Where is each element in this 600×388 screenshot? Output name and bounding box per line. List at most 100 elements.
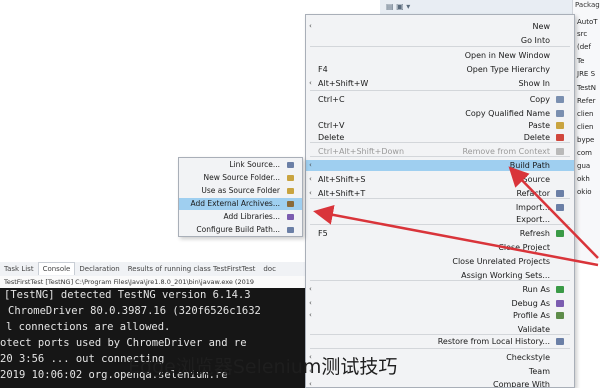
submenu-label: Use as Source Folder	[201, 186, 280, 195]
menu-shortcut: F4	[318, 65, 328, 74]
context-menu: ‹ New Go Into Open in New Window F4 Open Type…	[305, 14, 575, 388]
menu-label: Assign Working Sets...	[461, 271, 550, 280]
menu-item-restore-from-local-history[interactable]: Restore from Local History...	[306, 336, 574, 347]
build-path-submenu: Link Source... New Source Folder... Use as…	[178, 157, 303, 237]
menu-item-export[interactable]: Export...	[306, 214, 574, 225]
menu-shortcut: Alt+Shift+S	[318, 175, 366, 184]
submenu-item-link-source[interactable]: Link Source...	[179, 159, 302, 171]
menu-item-icon	[556, 190, 564, 197]
menu-item-icon	[556, 230, 564, 237]
menu-item-import[interactable]: Import...	[306, 202, 574, 213]
submenu-chevron-icon: ‹	[309, 189, 312, 197]
menu-item-validate[interactable]: Validate	[306, 324, 574, 335]
menu-item-remove-from-context[interactable]: Ctrl+Alt+Shift+Down Remove from Context	[306, 146, 574, 157]
menu-item-open-type-hierarchy[interactable]: F4 Open Type Hierarchy	[306, 64, 574, 75]
package-tree-item[interactable]: JRE S	[577, 70, 595, 78]
submenu-item-icon	[287, 188, 294, 194]
menu-item-profile-as[interactable]: ‹ Profile As	[306, 310, 574, 321]
menu-item-icon	[556, 122, 564, 129]
menu-item-icon	[556, 300, 564, 307]
menu-label: Restore from Local History...	[437, 337, 550, 346]
menu-label: Team	[528, 367, 550, 376]
menu-shortcut: Ctrl+Alt+Shift+Down	[318, 147, 405, 156]
submenu-label: Add Libraries...	[223, 212, 280, 221]
menu-item-icon	[556, 134, 564, 141]
package-tree-item[interactable]: bype	[577, 136, 594, 144]
menu-item-delete[interactable]: Delete Delete	[306, 132, 574, 143]
menu-label: Import...	[515, 203, 550, 212]
menu-shortcut: Delete	[318, 133, 345, 142]
menu-item-paste[interactable]: Ctrl+V Paste	[306, 120, 574, 131]
package-tree-item[interactable]: AutoT	[577, 18, 598, 26]
submenu-label: Link Source...	[229, 160, 280, 169]
tab-console[interactable]: Console	[37, 262, 76, 275]
submenu-chevron-icon: ‹	[309, 380, 312, 388]
menu-item-icon	[556, 312, 564, 319]
package-tree-item[interactable]: TestN	[577, 84, 596, 92]
tab-task-list[interactable]: Task List	[0, 263, 38, 275]
package-tree-item[interactable]: src	[577, 30, 587, 38]
submenu-item-new-source-folder[interactable]: New Source Folder...	[179, 172, 302, 184]
menu-label: Profile As	[512, 311, 550, 320]
console-tab-bar: Task List Console Declaration Results of ru…	[0, 262, 305, 277]
menu-shortcut: Ctrl+C	[318, 95, 345, 104]
menu-label: Build Path	[509, 161, 550, 170]
menu-item-build-path[interactable]: ‹ Build Path	[306, 160, 574, 171]
menu-item-copy-qualified-name[interactable]: Copy Qualified Name	[306, 108, 574, 119]
console-header: TestFirstTest [TestNG] C:\Program Files\…	[0, 276, 305, 288]
menu-item-run-as[interactable]: ‹ Run As	[306, 284, 574, 295]
submenu-item-configure-build-path[interactable]: Configure Build Path...	[179, 224, 302, 236]
console-line: [TestNG] detected TestNG version 6.14.3	[4, 289, 251, 301]
package-tree-item[interactable]: Refer	[577, 97, 596, 105]
package-tree-item[interactable]: okio	[577, 188, 592, 196]
menu-item-go-into[interactable]: Go Into	[306, 35, 574, 46]
menu-item-show-in[interactable]: ‹ Alt+Shift+W Show In	[306, 78, 574, 89]
submenu-chevron-icon: ‹	[309, 175, 312, 183]
menu-item-assign-working-sets[interactable]: Assign Working Sets...	[306, 270, 574, 281]
submenu-item-add-libraries[interactable]: Add Libraries...	[179, 211, 302, 223]
menu-item-refactor[interactable]: ‹ Alt+Shift+T Refactor	[306, 188, 574, 199]
submenu-label: New Source Folder...	[203, 173, 280, 182]
menu-label: Validate	[517, 325, 550, 334]
menu-item-compare-with[interactable]: ‹ Compare With	[306, 379, 574, 388]
menu-item-icon	[556, 338, 564, 345]
package-tree-item[interactable]: (def	[577, 43, 591, 51]
menu-item-source[interactable]: ‹ Alt+Shift+S Source	[306, 174, 574, 185]
submenu-item-add-external-archives[interactable]: Add External Archives...	[179, 198, 302, 210]
package-tree-item[interactable]: clien	[577, 110, 593, 118]
menu-item-close-project[interactable]: Close Project	[306, 242, 574, 253]
package-explorer-title: Package Explorer	[575, 1, 600, 9]
menu-item-refresh[interactable]: F5 Refresh	[306, 228, 574, 239]
toolbar-icons: ▤ ▣ ▾	[386, 2, 411, 11]
package-tree-item[interactable]: com	[577, 149, 592, 157]
tab-results[interactable]: Results of running class TestFirstTest	[124, 263, 260, 275]
menu-label: Remove from Context	[462, 147, 550, 156]
menu-item-close-unrelated-projects[interactable]: Close Unrelated Projects	[306, 256, 574, 267]
menu-separator	[310, 90, 570, 91]
menu-label: Paste	[528, 121, 550, 130]
package-tree-item[interactable]: gua	[577, 162, 590, 170]
menu-item-copy[interactable]: Ctrl+C Copy	[306, 94, 574, 105]
menu-item-icon	[556, 148, 564, 155]
menu-shortcut: Alt+Shift+W	[318, 79, 369, 88]
submenu-item-icon	[287, 201, 294, 207]
menu-item-open-in-new-window[interactable]: Open in New Window	[306, 50, 574, 61]
console-line: otect ports used by ChromeDriver and re	[0, 337, 247, 349]
menu-label: Refresh	[519, 229, 550, 238]
menu-item-icon	[556, 96, 564, 103]
menu-label: Copy	[529, 95, 550, 104]
package-tree-item[interactable]: okh	[577, 175, 590, 183]
package-explorer-toolbar: ▤ ▣ ▾	[380, 0, 572, 15]
submenu-chevron-icon: ‹	[309, 311, 312, 319]
package-tree-item[interactable]: clien	[577, 123, 593, 131]
tab-declaration[interactable]: Declaration	[75, 263, 123, 275]
menu-item-debug-as[interactable]: ‹ Debug As	[306, 298, 574, 309]
submenu-item-use-as-source-folder[interactable]: Use as Source Folder	[179, 185, 302, 197]
package-tree-item[interactable]: Te	[577, 57, 584, 65]
tab-javadoc[interactable]: doc	[259, 263, 280, 275]
submenu-chevron-icon: ‹	[309, 22, 312, 30]
menu-label: Checkstyle	[506, 353, 550, 362]
package-explorer: Package Explorer AutoT src (def Te JRE S Test…	[572, 0, 600, 262]
menu-item-new[interactable]: ‹ New	[306, 21, 574, 32]
menu-item-icon	[556, 286, 564, 293]
